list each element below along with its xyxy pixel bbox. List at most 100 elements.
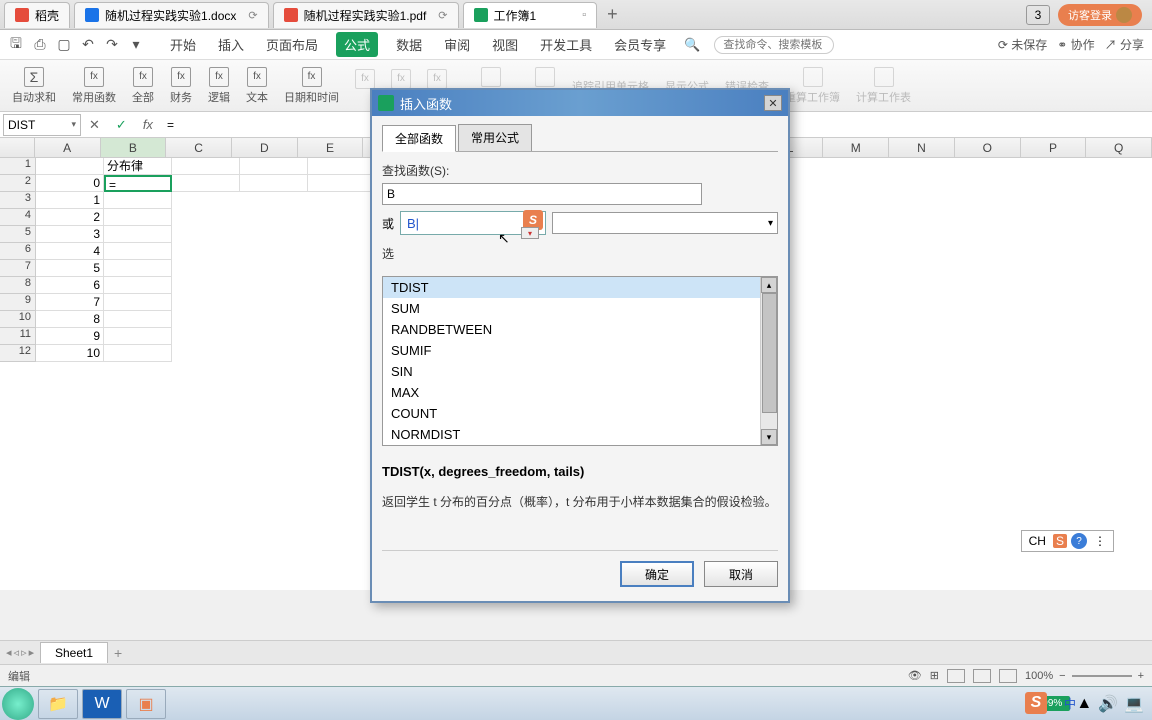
zoom-slider[interactable] bbox=[1072, 675, 1132, 677]
menu-review[interactable]: 审阅 bbox=[440, 33, 474, 56]
tab-all-functions[interactable]: 全部函数 bbox=[382, 125, 456, 152]
row-header[interactable]: 8 bbox=[0, 277, 36, 294]
row-header[interactable]: 12 bbox=[0, 345, 36, 362]
sheet-nav-prev[interactable]: ◃ bbox=[14, 646, 20, 659]
start-button[interactable] bbox=[2, 688, 34, 720]
close-icon[interactable]: ▫ bbox=[582, 9, 586, 21]
name-box[interactable]: DIST bbox=[3, 114, 81, 136]
sheet-nav-last[interactable]: ▸ bbox=[29, 646, 35, 659]
ribbon-datetime[interactable]: 日期和时间 bbox=[278, 67, 345, 105]
row-header[interactable]: 2 bbox=[0, 175, 36, 192]
list-item[interactable]: SIN bbox=[383, 361, 777, 382]
col-header[interactable]: M bbox=[823, 138, 889, 157]
task-explorer[interactable]: 📁 bbox=[38, 689, 78, 719]
ime-lang[interactable]: CH bbox=[1026, 534, 1049, 548]
col-header[interactable]: O bbox=[955, 138, 1021, 157]
chevron-down-icon[interactable]: ▾ bbox=[521, 227, 539, 239]
col-header[interactable]: C bbox=[166, 138, 232, 157]
ribbon-finance[interactable]: 财务 bbox=[164, 67, 198, 105]
ribbon-autosum[interactable]: 自动求和 bbox=[6, 67, 62, 105]
menu-formula[interactable]: 公式 bbox=[336, 32, 378, 57]
task-ppt[interactable]: ▣ bbox=[126, 689, 166, 719]
ribbon-text[interactable]: 文本 bbox=[240, 67, 274, 105]
redo-icon[interactable]: ↷ bbox=[104, 37, 120, 53]
tab-count-badge[interactable]: 3 bbox=[1026, 5, 1050, 25]
task-wps[interactable]: W bbox=[82, 689, 122, 719]
accept-formula-button[interactable]: ✓ bbox=[108, 117, 135, 133]
zoom-value[interactable]: 100% bbox=[1025, 670, 1053, 682]
row-header[interactable]: 9 bbox=[0, 294, 36, 311]
list-item[interactable]: COUNT bbox=[383, 403, 777, 424]
sheet-nav-first[interactable]: ◂ bbox=[6, 646, 12, 659]
tab-shell[interactable]: 稻壳 bbox=[4, 2, 70, 28]
list-item[interactable]: RANDBETWEEN bbox=[383, 319, 777, 340]
view-normal[interactable] bbox=[947, 669, 965, 683]
list-item[interactable]: SUMIF bbox=[383, 340, 777, 361]
menu-devtools[interactable]: 开发工具 bbox=[536, 33, 596, 56]
col-header[interactable]: D bbox=[232, 138, 298, 157]
zoom-in-button[interactable]: + bbox=[1138, 670, 1144, 682]
category-select[interactable] bbox=[552, 212, 778, 234]
ime-composition-box[interactable]: B| S ▾ bbox=[400, 211, 546, 235]
menu-pagelayout[interactable]: 页面布局 bbox=[262, 33, 322, 56]
row-header[interactable]: 3 bbox=[0, 192, 36, 209]
function-search-input[interactable] bbox=[382, 183, 702, 205]
eye-icon[interactable]: 👁 bbox=[908, 669, 922, 682]
tray-icon[interactable]: ▲ bbox=[1076, 695, 1092, 713]
menu-view[interactable]: 视图 bbox=[488, 33, 522, 56]
scroll-up-button[interactable]: ▴ bbox=[761, 277, 777, 293]
row-header[interactable]: 5 bbox=[0, 226, 36, 243]
view-page[interactable] bbox=[973, 669, 991, 683]
row-header[interactable]: 10 bbox=[0, 311, 36, 328]
tab-xlsx[interactable]: 工作簿1▫ bbox=[463, 2, 598, 28]
close-icon[interactable]: ⟳ bbox=[438, 9, 447, 22]
sogou-tray-icon[interactable]: S bbox=[1025, 692, 1047, 714]
ok-button[interactable]: 确定 bbox=[620, 561, 694, 587]
dialog-titlebar[interactable]: 插入函数 ✕ bbox=[372, 90, 788, 116]
list-item[interactable]: SUM bbox=[383, 298, 777, 319]
menu-start[interactable]: 开始 bbox=[166, 33, 200, 56]
menu-member[interactable]: 会员专享 bbox=[610, 33, 670, 56]
command-search-input[interactable] bbox=[714, 36, 834, 54]
col-header[interactable]: Q bbox=[1086, 138, 1152, 157]
undo-icon[interactable]: ↶ bbox=[80, 37, 96, 53]
print-icon[interactable]: ⎙ bbox=[32, 37, 48, 53]
menu-insert[interactable]: 插入 bbox=[214, 33, 248, 56]
tray-icon[interactable]: 💻 bbox=[1124, 694, 1144, 714]
list-item[interactable]: MAX bbox=[383, 382, 777, 403]
col-header[interactable]: E bbox=[298, 138, 364, 157]
cancel-button[interactable]: 取消 bbox=[704, 561, 778, 587]
ime-menu[interactable]: ⋮ bbox=[1091, 534, 1109, 548]
collaborate-button[interactable]: ⚭ 协作 bbox=[1057, 36, 1094, 53]
grid-icon[interactable]: ⊞ bbox=[930, 669, 939, 682]
fx-button[interactable]: fx bbox=[135, 117, 161, 132]
add-sheet-button[interactable]: + bbox=[114, 645, 122, 661]
login-button[interactable]: 访客登录 bbox=[1058, 4, 1142, 26]
row-header[interactable]: 7 bbox=[0, 260, 36, 277]
preview-icon[interactable]: ▢ bbox=[56, 37, 72, 53]
help-icon[interactable]: ? bbox=[1071, 533, 1087, 549]
row-header[interactable]: 4 bbox=[0, 209, 36, 226]
row-header[interactable]: 11 bbox=[0, 328, 36, 345]
close-button[interactable]: ✕ bbox=[764, 95, 782, 111]
tab-pdf[interactable]: 随机过程实践实验1.pdf⟳ bbox=[273, 2, 459, 28]
ribbon-all[interactable]: 全部 bbox=[126, 67, 160, 105]
sheet-nav-next[interactable]: ▹ bbox=[21, 646, 27, 659]
zoom-out-button[interactable]: − bbox=[1059, 670, 1065, 682]
save-icon[interactable]: 🖫 bbox=[8, 37, 24, 53]
sheet-tab[interactable]: Sheet1 bbox=[40, 642, 108, 663]
col-header[interactable]: N bbox=[889, 138, 955, 157]
list-item[interactable]: NORMDIST bbox=[383, 424, 777, 445]
scroll-down-button[interactable]: ▾ bbox=[761, 429, 777, 445]
tab-common-formulas[interactable]: 常用公式 bbox=[458, 124, 532, 151]
add-tab-button[interactable]: + bbox=[607, 4, 618, 25]
col-header[interactable]: P bbox=[1021, 138, 1087, 157]
tray-icon[interactable]: 🔊 bbox=[1098, 694, 1118, 714]
col-header[interactable]: B bbox=[101, 138, 167, 157]
col-header[interactable]: A bbox=[35, 138, 101, 157]
cancel-formula-button[interactable]: ✕ bbox=[81, 117, 108, 133]
scroll-thumb[interactable] bbox=[762, 293, 777, 413]
view-break[interactable] bbox=[999, 669, 1017, 683]
ime-toolbar[interactable]: CH S ? ⋮ bbox=[1021, 530, 1114, 552]
function-list[interactable]: TDIST SUM RANDBETWEEN SUMIF SIN MAX COUN… bbox=[382, 276, 778, 446]
